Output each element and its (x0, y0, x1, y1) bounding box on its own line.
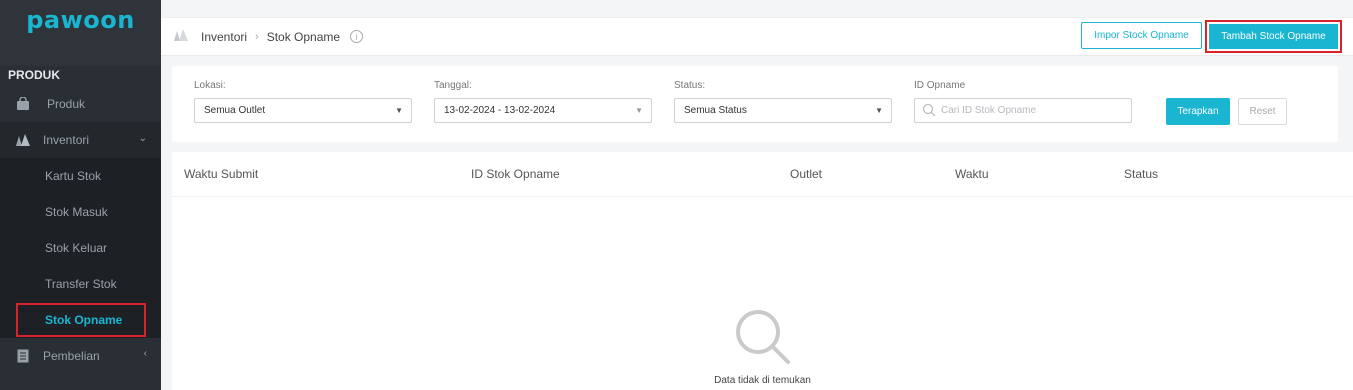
date-range-select[interactable]: 13-02-2024 - 13-02-2024 ▼ (434, 98, 652, 123)
sidebar-subitem-stok-keluar[interactable]: Stok Keluar (0, 230, 161, 266)
status-label: Status: (674, 80, 706, 91)
column-header-outlet[interactable]: Outlet (790, 167, 822, 181)
topbar: Inventori › Stok Opname i Impor Stock Op… (161, 17, 1353, 56)
document-icon (15, 348, 31, 364)
sidebar-subitem-kartu-stok[interactable]: Kartu Stok (0, 158, 161, 194)
status-select[interactable]: Semua Status ▼ (674, 98, 892, 123)
info-icon[interactable]: i (350, 30, 364, 43)
column-header-id-stok-opname[interactable]: ID Stok Opname (471, 167, 560, 181)
column-header-waktu[interactable]: Waktu (955, 167, 989, 181)
logo-area: pawoon (0, 0, 161, 66)
column-header-status[interactable]: Status (1124, 167, 1158, 181)
bag-icon (15, 96, 31, 112)
inventory-icon (173, 28, 189, 45)
sidebar-item-produk[interactable]: Produk (0, 86, 161, 122)
location-value: Semua Outlet (204, 105, 266, 116)
sidebar-item-inventori[interactable]: Inventori ⌄ (0, 122, 161, 158)
empty-state-text: Data tidak di temukan (714, 375, 811, 386)
import-stock-opname-button[interactable]: Impor Stock Opname (1081, 22, 1202, 49)
apply-button[interactable]: Terapkan (1166, 98, 1230, 125)
reset-button[interactable]: Reset (1238, 98, 1287, 125)
highlight-box: Tambah Stock Opname (1205, 20, 1342, 53)
status-value: Semua Status (684, 105, 747, 116)
location-select[interactable]: Semua Outlet ▼ (194, 98, 412, 123)
sidebar-item-pembelian[interactable]: Pembelian ‹ (0, 338, 161, 374)
sidebar-item-label: Pembelian (43, 349, 100, 363)
opname-id-label: ID Opname (914, 80, 966, 91)
chevron-right-icon: › (255, 30, 259, 43)
location-label: Lokasi: (194, 80, 226, 91)
sidebar-item-label: Produk (47, 97, 86, 111)
breadcrumb: Inventori › Stok Opname i (173, 28, 364, 45)
opname-id-input[interactable] (941, 102, 1126, 119)
caret-down-icon: ▼ (635, 106, 643, 115)
chevron-down-icon: ⌄ (138, 133, 147, 144)
caret-down-icon: ▼ (875, 106, 883, 115)
sidebar-subitem-stok-masuk[interactable]: Stok Masuk (0, 194, 161, 230)
add-stock-opname-button[interactable]: Tambah Stock Opname (1209, 24, 1338, 49)
breadcrumb-inventori[interactable]: Inventori (201, 30, 247, 44)
opname-id-search (914, 98, 1132, 123)
boxes-icon (15, 132, 31, 148)
date-label: Tanggal: (434, 80, 472, 91)
caret-down-icon: ▼ (395, 106, 403, 115)
highlight-box (16, 303, 146, 337)
chevron-left-icon: ‹ (143, 348, 147, 359)
breadcrumb-current: Stok Opname (266, 29, 341, 44)
search-icon (728, 302, 796, 370)
table-header: Waktu Submit ID Stok Opname Outlet Waktu… (172, 152, 1353, 197)
app-logo[interactable]: pawoon (26, 6, 135, 66)
stock-opname-table: Waktu Submit ID Stok Opname Outlet Waktu… (172, 152, 1353, 390)
sidebar-section-title: PRODUK (8, 68, 61, 82)
filter-panel: Lokasi: Semua Outlet ▼ Tanggal: 13-02-20… (172, 66, 1338, 142)
inventori-submenu: Kartu Stok Stok Masuk Stok Keluar Transf… (0, 158, 161, 338)
search-icon (922, 103, 936, 117)
column-header-waktu-submit[interactable]: Waktu Submit (184, 167, 258, 181)
sidebar-item-label: Inventori (43, 133, 90, 147)
sidebar-subitem-stok-opname[interactable]: Stok Opname (0, 302, 161, 338)
date-range-value: 13-02-2024 - 13-02-2024 (444, 105, 556, 116)
sidebar: pawoon PRODUK Produk Inventori ⌄ Kartu S… (0, 0, 161, 390)
sidebar-subitem-transfer-stok[interactable]: Transfer Stok (0, 266, 161, 302)
